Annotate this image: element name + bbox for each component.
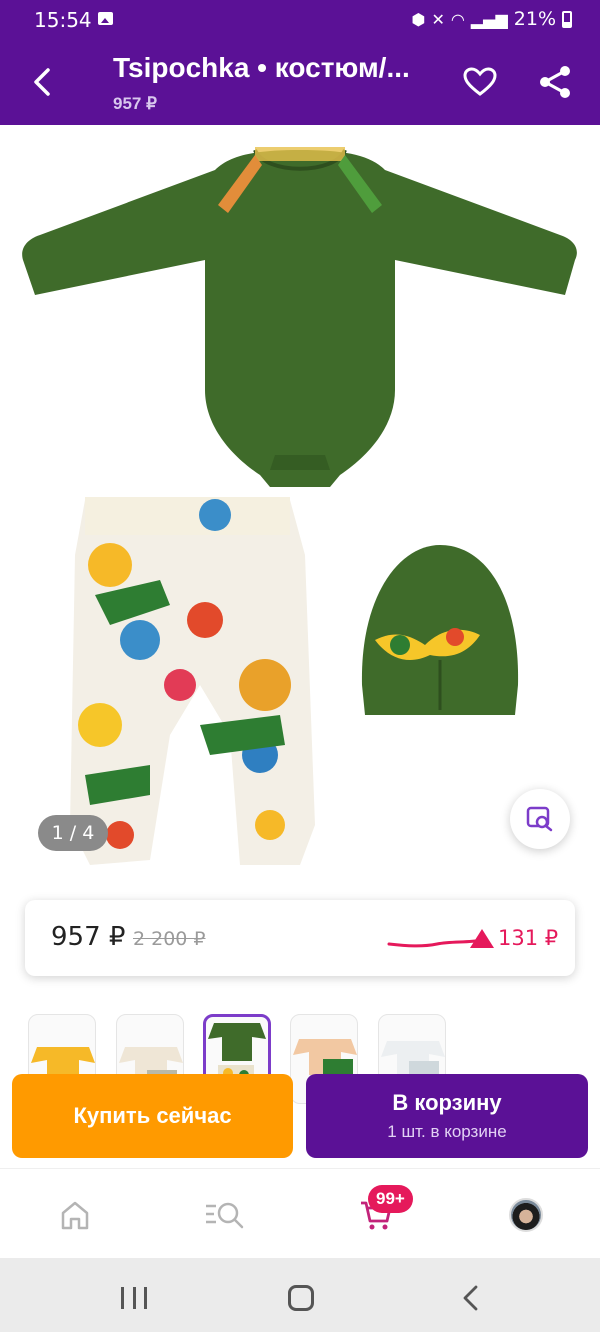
recent-apps-button[interactable] [121, 1287, 147, 1309]
nav-home[interactable] [53, 1195, 97, 1235]
product-gallery[interactable]: 1 / 4 [0, 125, 600, 870]
home-icon [61, 1201, 89, 1230]
system-navigation-bar [0, 1258, 600, 1332]
battery-percent: 21% [513, 8, 556, 30]
price-change-value: 131 ₽ [498, 926, 559, 950]
cart-count-badge: 99+ [368, 1185, 413, 1213]
bodysuit-illustration [22, 147, 577, 487]
mute-icon: ✕ [431, 9, 445, 29]
product-title: Tsipochka • костюм/... [113, 52, 410, 83]
image-notification-icon [98, 12, 113, 25]
share-button[interactable] [533, 60, 577, 104]
image-counter: 1 / 4 [38, 815, 108, 851]
favorite-button[interactable] [458, 60, 502, 104]
buy-now-button[interactable]: Купить сейчас [12, 1074, 293, 1158]
add-to-cart-label: В корзину [392, 1090, 502, 1115]
cart-quantity-label: 1 шт. в корзине [387, 1122, 507, 1141]
battery-icon [562, 10, 572, 28]
status-icons: ⬢ ✕ ◠ ▂▄▆ 21% [411, 8, 572, 30]
signal-icon: ▂▄▆ [470, 9, 508, 29]
price-card[interactable]: 957 ₽ 2 200 ₽ 131 ₽ [25, 900, 575, 976]
current-price: 957 ₽ [51, 922, 126, 952]
catalog-search-icon [206, 1202, 244, 1229]
similar-search-button[interactable] [510, 789, 570, 849]
screen: 15:54 ⬢ ✕ ◠ ▂▄▆ 21% Tsipochka • костюм/.… [0, 0, 600, 1332]
wifi-icon: ◠ [450, 9, 465, 29]
heart-icon [463, 67, 497, 96]
lock-icon: ⬢ [411, 9, 426, 29]
product-image [22, 147, 577, 865]
image-search-icon [526, 806, 553, 832]
back-button[interactable] [20, 60, 64, 104]
app-header: Tsipochka • костюм/... 957 ₽ [0, 38, 600, 125]
share-icon [540, 66, 570, 98]
status-time: 15:54 [34, 8, 92, 32]
old-price: 2 200 ₽ [133, 928, 206, 950]
price-change: 131 ₽ [470, 926, 558, 950]
status-bar: 15:54 ⬢ ✕ ◠ ▂▄▆ 21% [0, 0, 600, 38]
header-price: 957 ₽ [113, 94, 157, 113]
price-up-icon [470, 928, 494, 948]
add-to-cart-button[interactable]: В корзину 1 шт. в корзине [306, 1074, 588, 1158]
back-system-button[interactable] [458, 1284, 484, 1312]
back-arrow-icon [34, 68, 50, 96]
nav-catalog[interactable] [203, 1195, 247, 1235]
bottom-navigation: 99+ [0, 1168, 600, 1258]
profile-avatar[interactable] [509, 1198, 543, 1232]
home-system-button[interactable] [288, 1285, 314, 1311]
hat-illustration [361, 545, 519, 715]
pants-illustration [70, 497, 315, 865]
